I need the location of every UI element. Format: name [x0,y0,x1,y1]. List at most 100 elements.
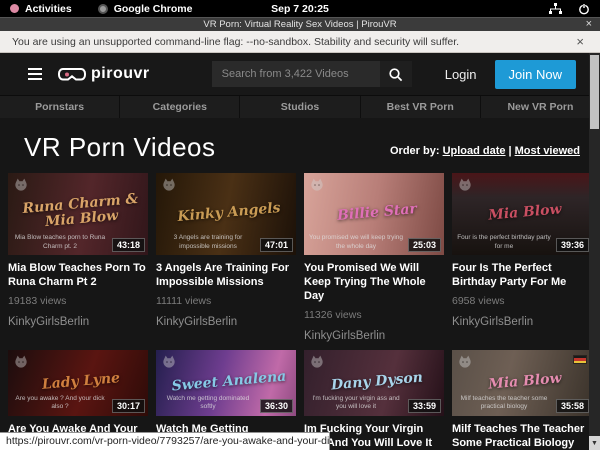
login-button[interactable]: Login [445,67,477,82]
main-nav: PornstarsCategoriesStudiosBest VR PornNe… [0,95,600,118]
video-thumbnail[interactable]: Lady Lyne Are you awake ? And your dick … [8,350,148,416]
nav-item-new-vr-porn[interactable]: New VR Porn [481,96,600,118]
thumbnail-caption: Four is the perfect birthday party for m… [456,234,552,251]
studio-cat-logo-icon [309,354,325,370]
studio-link[interactable]: KinkyGirlsBerlin [156,316,296,328]
join-now-button[interactable]: Join Now [495,60,576,89]
thumbnail-caption: You promised we will keep trying the who… [308,234,404,251]
video-row-1: Runa Charm & Mia Blow Mia Blow teaches p… [8,173,592,342]
studio-link[interactable]: KinkyGirlsBerlin [8,316,148,328]
german-flag-icon [573,355,587,364]
studio-cat-logo-icon [309,177,325,193]
scrollbar-thumb[interactable] [590,55,599,129]
thumbnail-caption: Are you awake ? And your dick also ? [12,395,108,412]
thumbnail-caption: I'm fucking your virgin ass and you will… [308,395,404,412]
view-count: 6958 views [452,295,592,307]
thumbnail-script-text: Mia Blow [463,369,587,394]
video-thumbnail[interactable]: Mia Blow Milf teaches the teacher some p… [452,350,592,416]
studio-cat-logo-icon [13,177,29,193]
view-count: 19183 views [8,295,148,307]
view-count: 11111 views [156,295,296,307]
thumbnail-script-text: Dany Dyson [315,369,439,394]
studio-cat-logo-icon [161,177,177,193]
video-card: Billie Star You promised we will keep tr… [304,173,444,342]
studio-cat-logo-icon [13,354,29,370]
system-bar: Activities Google Chrome Sep 7 20:25 [0,0,600,17]
duration-badge: 25:03 [408,238,441,252]
video-title-link[interactable]: You Promised We Will Keep Trying The Who… [304,262,444,304]
app-label: Google Chrome [114,3,193,15]
studio-cat-logo-icon [457,354,473,370]
power-icon[interactable] [578,3,590,15]
menu-icon[interactable] [28,68,42,80]
activities-label: Activities [25,3,72,15]
thumbnail-script-text: Kinky Angels [167,200,291,225]
video-card: Mia Blow Four is the perfect birthday pa… [452,173,592,342]
studio-cat-logo-icon [161,354,177,370]
order-by-separator: | [509,145,512,157]
duration-badge: 35:58 [556,399,589,413]
search-input[interactable] [212,61,380,87]
chrome-infobar: You are using an unsupported command-lin… [0,31,600,53]
video-thumbnail[interactable]: Kinky Angels 3 Angels are training for i… [156,173,296,255]
thumbnail-script-text: Billie Star [315,200,439,225]
order-by-upload-date[interactable]: Upload date [443,145,506,157]
app-indicator[interactable]: Google Chrome [98,3,193,15]
vr-goggles-icon [58,67,86,82]
duration-badge: 47:01 [260,238,293,252]
window-close-icon[interactable]: × [586,18,592,30]
view-count: 11326 views [304,309,444,321]
search-bar [212,61,412,87]
video-thumbnail[interactable]: Runa Charm & Mia Blow Mia Blow teaches p… [8,173,148,255]
video-card: Mia Blow Milf teaches the teacher some p… [452,350,592,450]
duration-badge: 30:17 [112,399,145,413]
clock[interactable]: Sep 7 20:25 [271,3,329,15]
activities-button[interactable]: Activities [10,3,72,15]
video-thumbnail[interactable]: Mia Blow Four is the perfect birthday pa… [452,173,592,255]
duration-badge: 36:30 [260,399,293,413]
infobar-message: You are using an unsupported command-lin… [12,36,459,48]
duration-badge: 39:36 [556,238,589,252]
thumbnail-script-text: Lady Lyne [19,369,143,394]
nav-item-studios[interactable]: Studios [240,96,360,118]
thumbnail-script-text: Sweet Analena [167,369,291,394]
scrollbar[interactable]: ▼ [589,53,600,450]
video-title-link[interactable]: Four Is The Perfect Birthday Party For M… [452,262,592,290]
network-icon[interactable] [549,3,562,15]
order-by: Order by: Upload date|Most viewed [390,145,580,163]
duration-badge: 43:18 [112,238,145,252]
duration-badge: 33:59 [408,399,441,413]
thumbnail-caption: Milf teaches the teacher some practical … [456,395,552,412]
studio-cat-logo-icon [457,177,473,193]
video-thumbnail[interactable]: Dany Dyson I'm fucking your virgin ass a… [304,350,444,416]
site-logo[interactable]: pirouvr [58,65,150,83]
window-title: VR Porn: Virtual Reality Sex Videos | Pi… [203,19,396,30]
nav-item-categories[interactable]: Categories [120,96,240,118]
screen: Activities Google Chrome Sep 7 20:25 VR … [0,0,600,450]
page-head: VR Porn Videos Order by: Upload date|Mos… [0,118,600,165]
video-card: Kinky Angels 3 Angels are training for i… [156,173,296,342]
studio-link[interactable]: KinkyGirlsBerlin [452,316,592,328]
scroll-down-icon[interactable]: ▼ [589,436,600,450]
distro-logo-icon [10,4,19,13]
thumbnail-script-text: Runa Charm & Mia Blow [18,192,143,232]
thumbnail-script-text: Mia Blow [463,200,587,225]
thumbnail-caption: Watch me getting dominated softly [160,395,256,412]
video-card: Runa Charm & Mia Blow Mia Blow teaches p… [8,173,148,342]
thumbnail-caption: Mia Blow teaches porn to Runa Charm pt. … [12,234,108,251]
video-thumbnail[interactable]: Sweet Analena Watch me getting dominated… [156,350,296,416]
infobar-close-icon[interactable]: × [576,34,588,49]
video-title-link[interactable]: Milf Teaches The Teacher Some Practical … [452,423,592,450]
nav-item-best-vr-porn[interactable]: Best VR Porn [361,96,481,118]
search-button[interactable] [380,61,412,87]
logo-text: pirouvr [91,65,150,83]
search-icon [388,67,403,82]
video-title-link[interactable]: 3 Angels Are Training For Impossible Mis… [156,262,296,290]
video-thumbnail[interactable]: Billie Star You promised we will keep tr… [304,173,444,255]
studio-link[interactable]: KinkyGirlsBerlin [304,330,444,342]
status-bar-url: https://pirouvr.com/vr-porn-video/779325… [0,432,330,450]
video-title-link[interactable]: Mia Blow Teaches Porn To Runa Charm Pt 2 [8,262,148,290]
page-title: VR Porn Videos [24,132,216,163]
order-by-most-viewed[interactable]: Most viewed [515,145,580,157]
nav-item-pornstars[interactable]: Pornstars [0,96,120,118]
